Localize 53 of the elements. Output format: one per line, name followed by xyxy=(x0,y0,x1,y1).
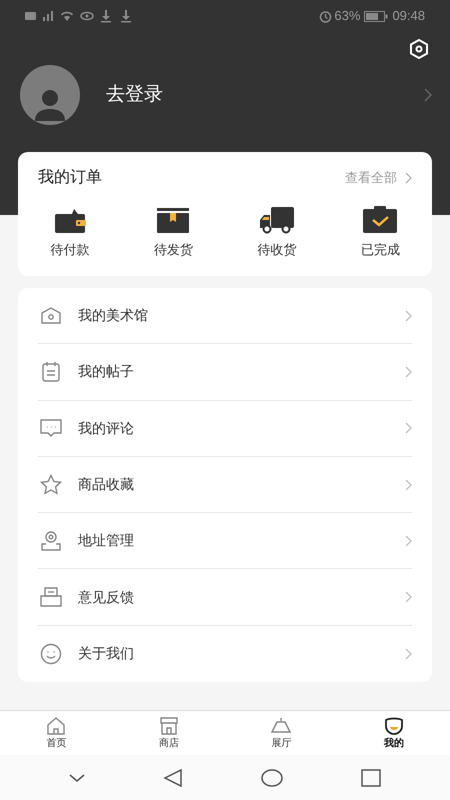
menu-item[interactable]: 商品收藏 xyxy=(78,474,405,496)
order-status-link[interactable]: 待付款 xyxy=(50,240,90,260)
download-icon xyxy=(121,10,131,22)
settings-icon[interactable] xyxy=(408,38,430,60)
signal-icon xyxy=(43,11,53,21)
storefront-icon xyxy=(158,716,179,736)
chat-bubble-icon xyxy=(40,417,62,440)
inbox-icon xyxy=(40,586,62,608)
order-status-link[interactable]: 已完成 xyxy=(360,240,400,260)
order-status-link[interactable]: 待发货 xyxy=(154,240,193,260)
chevron-right-icon[interactable] xyxy=(405,591,412,604)
recents-icon[interactable] xyxy=(361,768,381,786)
truck-icon[interactable] xyxy=(258,204,295,234)
chevron-right-icon[interactable] xyxy=(405,172,412,184)
order-status-link[interactable]: 待收货 xyxy=(257,240,296,260)
clipboard-check-icon[interactable] xyxy=(362,204,398,234)
tab-button[interactable]: 商店 xyxy=(112,711,225,755)
chevron-right-icon[interactable] xyxy=(405,310,412,322)
tab-button[interactable]: 展厅 xyxy=(225,711,338,755)
bell-icon xyxy=(271,716,292,736)
eye-icon xyxy=(80,12,94,20)
smiley-icon xyxy=(40,642,62,665)
menu-item[interactable]: 意见反馈 xyxy=(78,586,405,608)
chevron-right-icon[interactable] xyxy=(405,648,412,660)
chevron-right-icon[interactable] xyxy=(405,478,412,491)
menu-item[interactable]: 我的帖子 xyxy=(78,361,405,382)
face-icon xyxy=(384,716,404,736)
hd-icon xyxy=(25,12,36,20)
chevron-right-icon[interactable] xyxy=(405,366,412,378)
notepad-icon xyxy=(40,360,62,383)
wifi-icon xyxy=(61,12,73,21)
hide-nav-icon[interactable] xyxy=(69,772,85,782)
download-icon xyxy=(101,10,111,22)
battery-icon xyxy=(364,10,388,22)
menu-item[interactable]: 关于我们 xyxy=(78,643,405,664)
tab-button[interactable]: 首页 xyxy=(0,711,112,755)
menu-item[interactable]: 我的评论 xyxy=(78,418,405,439)
home-nav-icon[interactable] xyxy=(261,768,283,786)
star-icon xyxy=(40,474,62,496)
login-link[interactable]: 去登录 xyxy=(106,80,424,110)
chevron-right-icon[interactable] xyxy=(405,422,412,434)
menu-item[interactable]: 地址管理 xyxy=(78,530,405,552)
alarm-icon xyxy=(319,10,332,22)
clock-time: 09:48 xyxy=(392,7,425,26)
back-icon[interactable] xyxy=(163,768,183,788)
location-pin-icon xyxy=(40,530,62,552)
house-icon xyxy=(46,716,66,736)
menu-item[interactable]: 我的美术馆 xyxy=(78,305,405,326)
orders-title: 我的订单 xyxy=(38,168,103,188)
tab-button[interactable]: 我的 xyxy=(338,711,450,755)
battery-percent: 63% xyxy=(334,7,360,26)
chevron-right-icon[interactable] xyxy=(424,88,432,102)
chevron-right-icon[interactable] xyxy=(405,534,412,547)
